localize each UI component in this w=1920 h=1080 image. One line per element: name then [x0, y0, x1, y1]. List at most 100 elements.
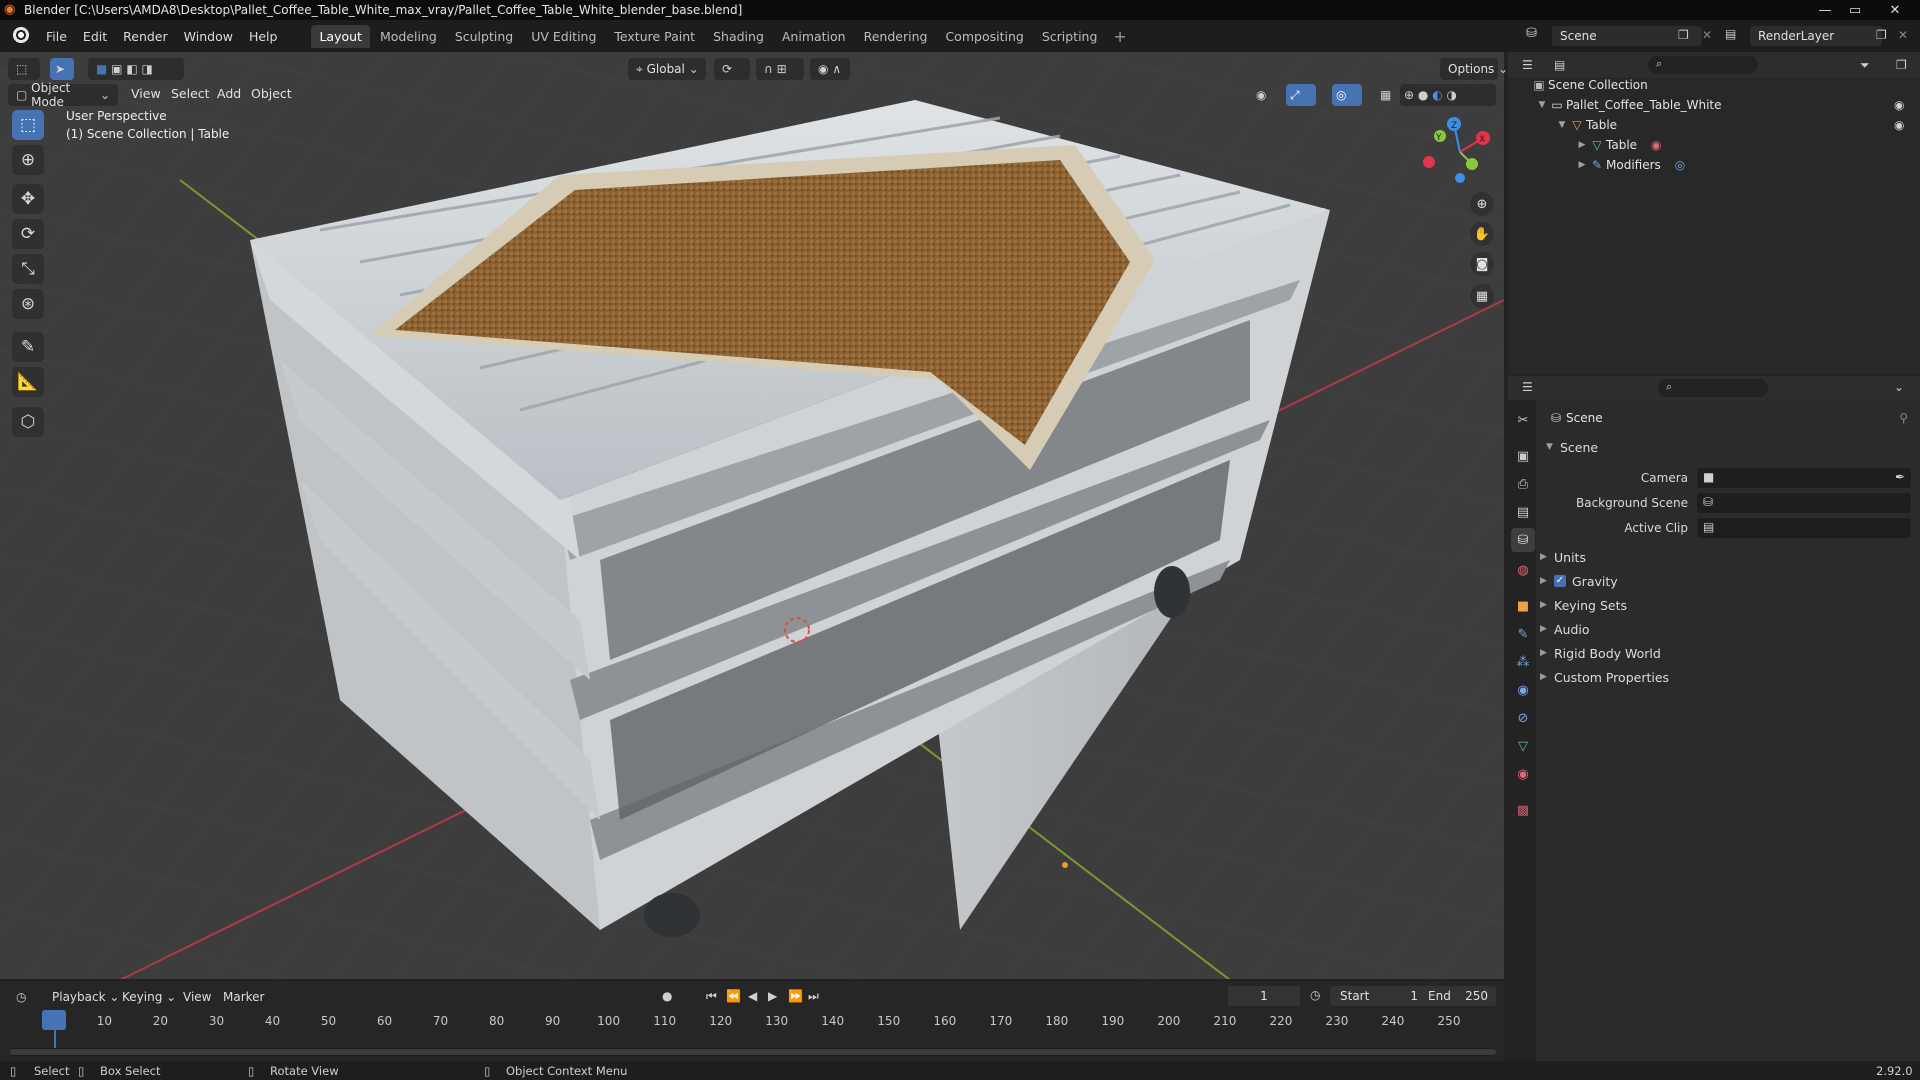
- selection-mode-buttons[interactable]: ■ ▣ ◧ ◨: [88, 58, 184, 80]
- rendered-shading-icon[interactable]: ◑: [1447, 88, 1457, 102]
- options-dropdown[interactable]: Options ⌄: [1440, 58, 1508, 80]
- new-scene-icon[interactable]: ❐: [1678, 28, 1689, 42]
- tab-render[interactable]: ▣: [1511, 444, 1535, 468]
- pivot-point-dropdown[interactable]: ⟳: [714, 58, 750, 80]
- tab-sculpting[interactable]: Sculpting: [447, 25, 521, 48]
- tab-scene[interactable]: ⛁: [1511, 528, 1535, 552]
- visibility-dropdown[interactable]: ◉: [1252, 84, 1282, 106]
- tab-layout[interactable]: Layout: [311, 24, 370, 48]
- start-frame-field[interactable]: Start 1: [1330, 986, 1428, 1006]
- properties-editor-icon[interactable]: ☰: [1522, 380, 1533, 394]
- zoom-view-button[interactable]: ⊕: [1470, 192, 1494, 216]
- gizmo-toggle[interactable]: ⤢: [1286, 84, 1316, 106]
- view-layer-icon[interactable]: ▤: [1725, 27, 1736, 41]
- menu-help[interactable]: Help: [241, 29, 286, 44]
- select-mode-tool[interactable]: ➤: [50, 58, 74, 80]
- move-tool[interactable]: ✥: [12, 184, 44, 214]
- jump-start-icon[interactable]: ⏮: [706, 989, 717, 1004]
- menu-timeline-view[interactable]: View: [183, 990, 211, 1004]
- shading-mode-buttons[interactable]: ⊕ ● ◐ ◑: [1400, 84, 1496, 106]
- chevron-down-icon[interactable]: ⌄: [1894, 380, 1904, 394]
- scene-icon[interactable]: ⛁: [1526, 26, 1537, 41]
- tab-rendering[interactable]: Rendering: [856, 25, 936, 48]
- next-keyframe-icon[interactable]: ⏩: [788, 989, 803, 1003]
- tab-animation[interactable]: Animation: [774, 25, 854, 48]
- select-box-tool[interactable]: ⬚: [12, 110, 44, 140]
- playhead-marker[interactable]: [42, 1010, 66, 1030]
- visibility-eye-icon[interactable]: ◉: [1894, 98, 1904, 112]
- ortho-toggle-button[interactable]: ▦: [1470, 284, 1494, 308]
- background-scene-field[interactable]: ⛁: [1697, 493, 1911, 513]
- menu-playback[interactable]: Playback ⌄: [52, 990, 119, 1004]
- menu-render[interactable]: Render: [115, 29, 176, 44]
- jump-end-icon[interactable]: ⏭: [808, 989, 819, 1004]
- display-mode-icon[interactable]: ▤: [1554, 58, 1565, 72]
- select-invert-icon[interactable]: ◨: [142, 62, 153, 76]
- tab-output[interactable]: ⎙: [1511, 472, 1535, 496]
- new-collection-icon[interactable]: ❐: [1896, 58, 1907, 72]
- timeline-scroll-thumb[interactable]: [10, 1049, 1496, 1055]
- expand-arrow-icon[interactable]: ▼: [1556, 120, 1568, 130]
- end-frame-field[interactable]: End 250: [1420, 986, 1496, 1006]
- pin-icon[interactable]: ⚲: [1899, 411, 1908, 425]
- play-reverse-icon[interactable]: ◀: [748, 989, 757, 1003]
- tab-view-layer[interactable]: ▤: [1511, 500, 1535, 524]
- tab-modifiers[interactable]: ✎: [1511, 622, 1535, 646]
- tab-material[interactable]: ◉: [1511, 762, 1535, 786]
- outliner-row-table-object[interactable]: ▼ ▽ Table ◉: [1508, 115, 1920, 135]
- select-extend-icon[interactable]: ▣: [111, 62, 122, 76]
- tab-shading[interactable]: Shading: [705, 25, 772, 48]
- tab-texture-paint[interactable]: Texture Paint: [606, 25, 703, 48]
- solid-shading-icon[interactable]: ●: [1418, 88, 1428, 102]
- pan-view-button[interactable]: ✋: [1470, 222, 1494, 246]
- panel-keying-sets[interactable]: ▶ Keying Sets: [1540, 594, 1916, 616]
- tab-scripting[interactable]: Scripting: [1034, 25, 1106, 48]
- tab-constraints[interactable]: ⊘: [1511, 706, 1535, 730]
- tab-data[interactable]: ▽: [1511, 734, 1535, 758]
- 3d-viewport[interactable]: [0, 52, 1504, 979]
- menu-keying[interactable]: Keying ⌄: [122, 990, 176, 1004]
- wireframe-shading-icon[interactable]: ⊕: [1404, 88, 1414, 102]
- navigation-gizmo[interactable]: X Y Z: [1418, 110, 1498, 190]
- panel-audio[interactable]: ▶ Audio: [1540, 618, 1916, 640]
- record-icon[interactable]: ●: [662, 989, 672, 1003]
- tab-texture[interactable]: ▩: [1511, 798, 1535, 822]
- outliner-row-table-mesh[interactable]: ▶ ▽ Table ◉: [1508, 135, 1920, 155]
- measure-tool[interactable]: 📐: [12, 367, 44, 397]
- mode-dropdown[interactable]: ▢ Object Mode ⌄: [8, 81, 118, 109]
- xray-toggle[interactable]: ▦: [1376, 84, 1396, 106]
- expand-arrow-icon[interactable]: ▼: [1536, 100, 1548, 110]
- add-workspace-button[interactable]: +: [1107, 27, 1132, 46]
- blender-menu-icon[interactable]: [10, 26, 30, 46]
- expand-arrow-icon[interactable]: ▶: [1576, 140, 1588, 150]
- timeline-scrollbar[interactable]: [10, 1048, 1496, 1056]
- panel-gravity[interactable]: ▶ ✓ Gravity: [1540, 570, 1916, 592]
- visibility-eye-icon[interactable]: ◉: [1894, 118, 1904, 132]
- gravity-checkbox[interactable]: ✓: [1554, 575, 1566, 587]
- remove-scene-icon[interactable]: ✕: [1702, 28, 1712, 42]
- menu-object[interactable]: Object: [251, 86, 292, 101]
- material-preview-icon[interactable]: ◐: [1432, 88, 1442, 102]
- transform-orientation-dropdown[interactable]: ⌖ Global ⌄: [628, 58, 706, 80]
- select-new-icon[interactable]: ■: [96, 62, 107, 76]
- remove-view-layer-icon[interactable]: ✕: [1898, 28, 1908, 42]
- filter-icon[interactable]: ⏷: [1860, 58, 1870, 73]
- new-view-layer-icon[interactable]: ❐: [1876, 28, 1887, 42]
- tab-object[interactable]: ■: [1511, 594, 1535, 618]
- active-clip-field[interactable]: ▤: [1697, 518, 1911, 538]
- camera-view-button[interactable]: ◙: [1470, 252, 1494, 276]
- menu-window[interactable]: Window: [176, 29, 241, 44]
- panel-rigid-body-world[interactable]: ▶ Rigid Body World: [1540, 642, 1916, 664]
- tab-particles[interactable]: ⁂: [1511, 650, 1535, 674]
- expand-arrow-icon[interactable]: ▶: [1576, 160, 1588, 170]
- overlays-toggle[interactable]: ◎: [1332, 84, 1362, 106]
- menu-add[interactable]: Add: [217, 86, 241, 101]
- tab-tool[interactable]: ✂: [1511, 408, 1535, 432]
- menu-edit[interactable]: Edit: [75, 29, 115, 44]
- maximize-icon[interactable]: ▭: [1840, 0, 1870, 20]
- transform-tool[interactable]: ⊛: [12, 289, 44, 319]
- menu-view[interactable]: View: [131, 86, 161, 101]
- tab-uv-editing[interactable]: UV Editing: [523, 25, 604, 48]
- tab-compositing[interactable]: Compositing: [937, 25, 1031, 48]
- outliner-row-modifiers[interactable]: ▶ ✎ Modifiers ◎: [1508, 155, 1920, 175]
